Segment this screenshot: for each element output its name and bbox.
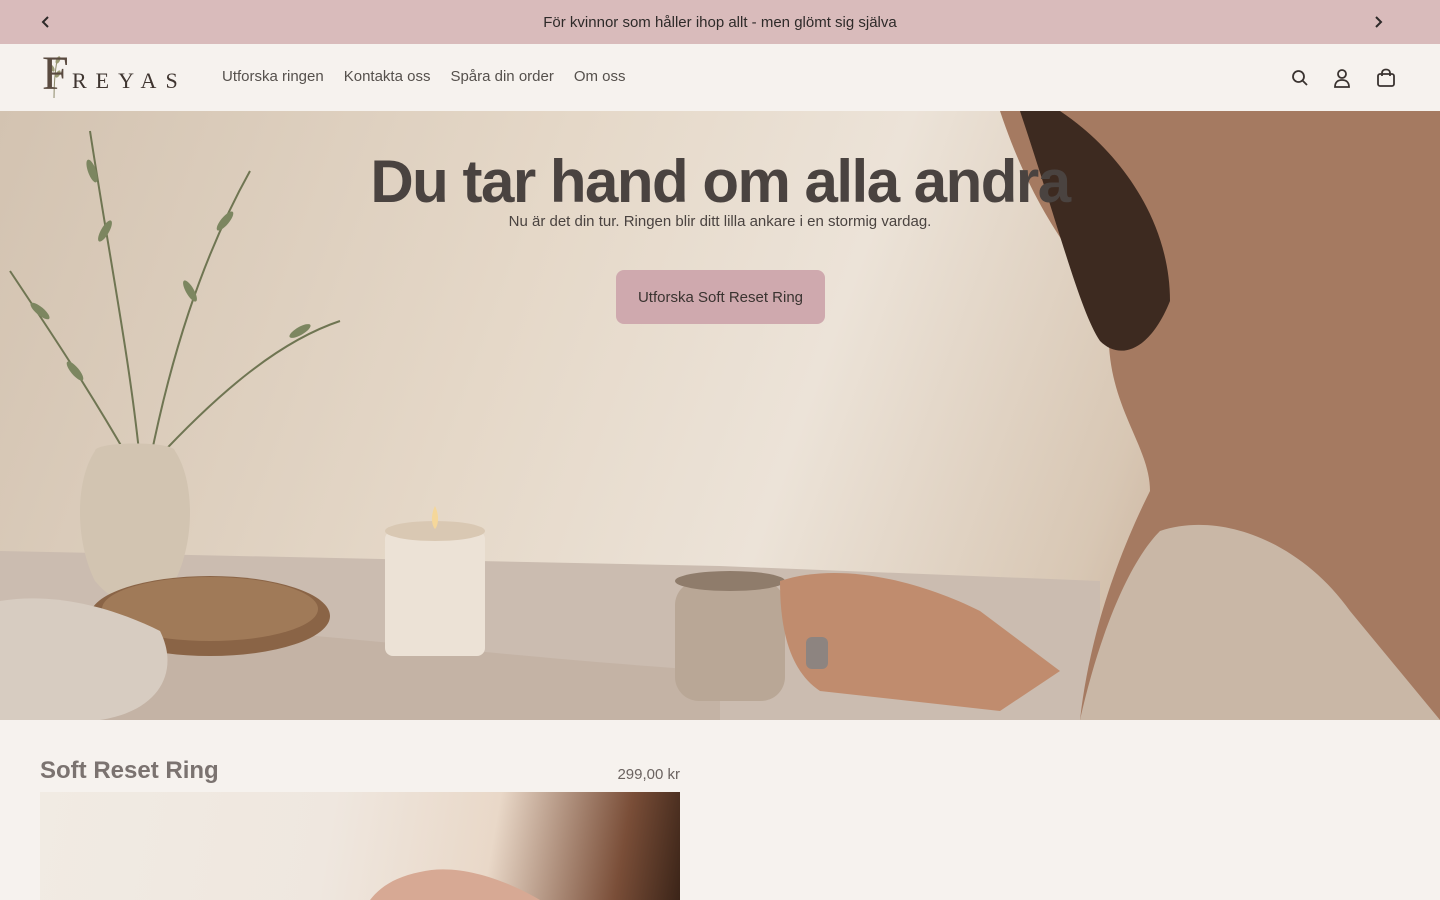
cart-icon[interactable]: [1374, 66, 1398, 90]
announcement-bar: För kvinnor som håller ihop allt - men g…: [0, 0, 1440, 44]
product-price: 299,00 kr: [617, 766, 680, 783]
hero-cta-button[interactable]: Utforska Soft Reset Ring: [616, 270, 825, 324]
nav-item-spara-din-order[interactable]: Spåra din order: [450, 68, 553, 85]
nav-item-kontakta-oss[interactable]: Kontakta oss: [344, 68, 431, 85]
product-title[interactable]: Soft Reset Ring: [40, 757, 219, 785]
main-nav: Utforska ringen Kontakta oss Spåra din o…: [222, 68, 626, 85]
chevron-right-icon[interactable]: [1368, 12, 1388, 32]
nav-item-utforska-ringen[interactable]: Utforska ringen: [222, 68, 324, 85]
account-icon[interactable]: [1330, 66, 1354, 90]
chevron-left-icon[interactable]: [36, 12, 56, 32]
hero-banner: Du tar hand om alla andra Nu är det din …: [0, 111, 1440, 720]
hero-title: Du tar hand om alla andra: [370, 148, 1071, 215]
product-image[interactable]: [40, 792, 680, 900]
search-icon[interactable]: [1288, 66, 1312, 90]
product-photo: [370, 869, 540, 900]
nav-item-om-oss[interactable]: Om oss: [574, 68, 626, 85]
hero-subtitle: Nu är det din tur. Ringen blir ditt lill…: [508, 213, 932, 230]
logo-wordmark: REYAS: [72, 68, 187, 93]
logo[interactable]: F REYAS: [42, 50, 202, 102]
logo-initial: F: [42, 47, 69, 100]
announcement-text: För kvinnor som håller ihop allt - men g…: [543, 13, 897, 31]
site-header: F REYAS Utforska ringen Kontakta oss Spå…: [0, 44, 1440, 111]
